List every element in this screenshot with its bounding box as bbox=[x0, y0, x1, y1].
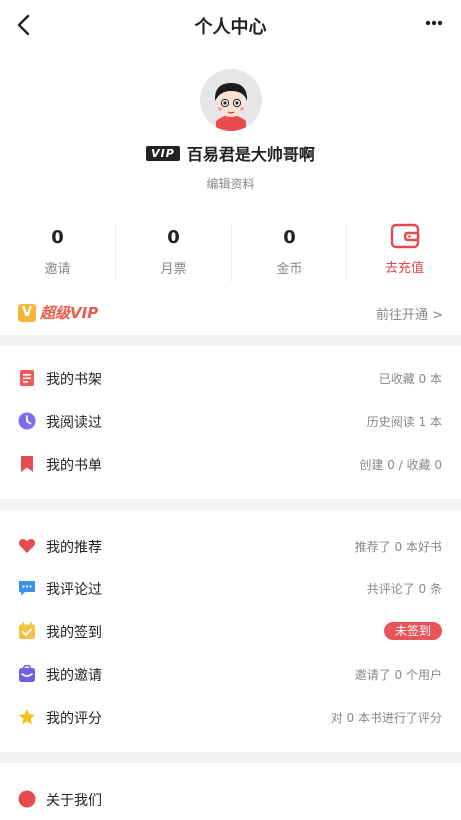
recharge-button[interactable]: 去充值 bbox=[347, 222, 461, 284]
menu-item-ratings[interactable]: 我的评分 对 0 本书进行了评分 bbox=[0, 696, 461, 738]
more-options-icon[interactable] bbox=[425, 19, 443, 27]
menu-item-invite[interactable]: 我的邀请 邀请了 0 个用户 bbox=[0, 653, 461, 695]
stat-coins[interactable]: 0 金币 bbox=[232, 222, 347, 284]
stat-value: 0 bbox=[51, 227, 64, 248]
stat-label: 金币 bbox=[276, 262, 303, 277]
vip-badge: VIP bbox=[146, 145, 180, 161]
calendar-check-icon bbox=[19, 622, 35, 639]
vip-open-link[interactable]: 前往开通 > bbox=[376, 304, 443, 323]
menu-item-meta: 历史阅读 1 本 bbox=[366, 415, 442, 429]
username-row: VIP 百易君是大帅哥啊 bbox=[0, 141, 461, 164]
bookshelf-icon bbox=[20, 370, 34, 386]
invite-icon bbox=[19, 665, 35, 682]
super-vip-logo: V 超级VIP bbox=[18, 302, 98, 322]
menu-item-meta: 创建 0 / 收藏 0 bbox=[359, 458, 442, 472]
menu-item-label: 我的推荐 bbox=[46, 540, 102, 556]
clock-icon bbox=[18, 412, 36, 430]
menu-item-label: 我的邀请 bbox=[46, 668, 102, 684]
recharge-label: 去充值 bbox=[384, 261, 424, 276]
star-icon bbox=[19, 709, 35, 725]
menu-item-meta: 共评论了 0 条 bbox=[366, 582, 442, 596]
heart-icon bbox=[18, 538, 36, 553]
menu-item-label: 我的书单 bbox=[46, 458, 102, 474]
menu-item-label: 我的评分 bbox=[46, 711, 102, 727]
section-separator bbox=[0, 752, 461, 763]
stat-label: 月票 bbox=[160, 262, 187, 277]
super-vip-row[interactable]: V 超级VIP 前往开通 > bbox=[0, 298, 461, 328]
menu-item-read-history[interactable]: 我阅读过 历史阅读 1 本 bbox=[0, 400, 461, 442]
menu-item-checkin[interactable]: 我的签到 未签到 bbox=[0, 610, 461, 652]
menu-item-bookshelf[interactable]: 我的书架 已收藏 0 本 bbox=[0, 357, 461, 399]
stat-value: 0 bbox=[167, 227, 180, 248]
comment-icon bbox=[19, 581, 35, 596]
menu-item-comments[interactable]: 我评论过 共评论了 0 条 bbox=[0, 567, 461, 609]
section-separator bbox=[0, 335, 461, 346]
menu-item-meta: 对 0 本书进行了评分 bbox=[330, 711, 442, 725]
super-vip-title: 超级VIP bbox=[40, 304, 99, 322]
stats-bar: 0 邀请 0 月票 0 金币 去充值 bbox=[0, 222, 461, 284]
wallet-icon bbox=[390, 223, 419, 249]
edit-profile-link[interactable]: 编辑资料 bbox=[0, 175, 461, 192]
info-icon bbox=[18, 790, 36, 808]
menu-item-recommend[interactable]: 我的推荐 推荐了 0 本好书 bbox=[0, 525, 461, 567]
vip-v-icon: V bbox=[18, 303, 36, 322]
menu-item-label: 我的书架 bbox=[46, 372, 102, 388]
menu-item-meta: 已收藏 0 本 bbox=[378, 372, 442, 386]
menu-item-label: 关于我们 bbox=[46, 793, 102, 809]
stat-value: 0 bbox=[283, 227, 296, 248]
menu-item-about[interactable]: 关于我们 bbox=[0, 778, 461, 820]
checkin-status-badge[interactable]: 未签到 bbox=[383, 622, 442, 640]
menu-item-meta: 推荐了 0 本好书 bbox=[354, 540, 442, 554]
bookmark-icon bbox=[21, 456, 33, 472]
avatar-cartoon-icon bbox=[200, 69, 262, 131]
stat-invites[interactable]: 0 邀请 bbox=[0, 222, 115, 284]
menu-item-booklist[interactable]: 我的书单 创建 0 / 收藏 0 bbox=[0, 443, 461, 485]
menu-item-label: 我的签到 bbox=[46, 625, 102, 641]
section-separator bbox=[0, 499, 461, 510]
avatar[interactable] bbox=[200, 69, 262, 131]
menu-item-meta: 邀请了 0 个用户 bbox=[354, 668, 442, 682]
menu-item-label: 我评论过 bbox=[46, 582, 102, 598]
stat-monthly-tickets[interactable]: 0 月票 bbox=[116, 222, 231, 284]
page-title: 个人中心 bbox=[194, 17, 267, 38]
top-bar: 个人中心 bbox=[0, 0, 461, 50]
username: 百易君是大帅哥啊 bbox=[186, 145, 315, 164]
stat-label: 邀请 bbox=[44, 262, 71, 277]
menu-item-label: 我阅读过 bbox=[46, 415, 102, 431]
